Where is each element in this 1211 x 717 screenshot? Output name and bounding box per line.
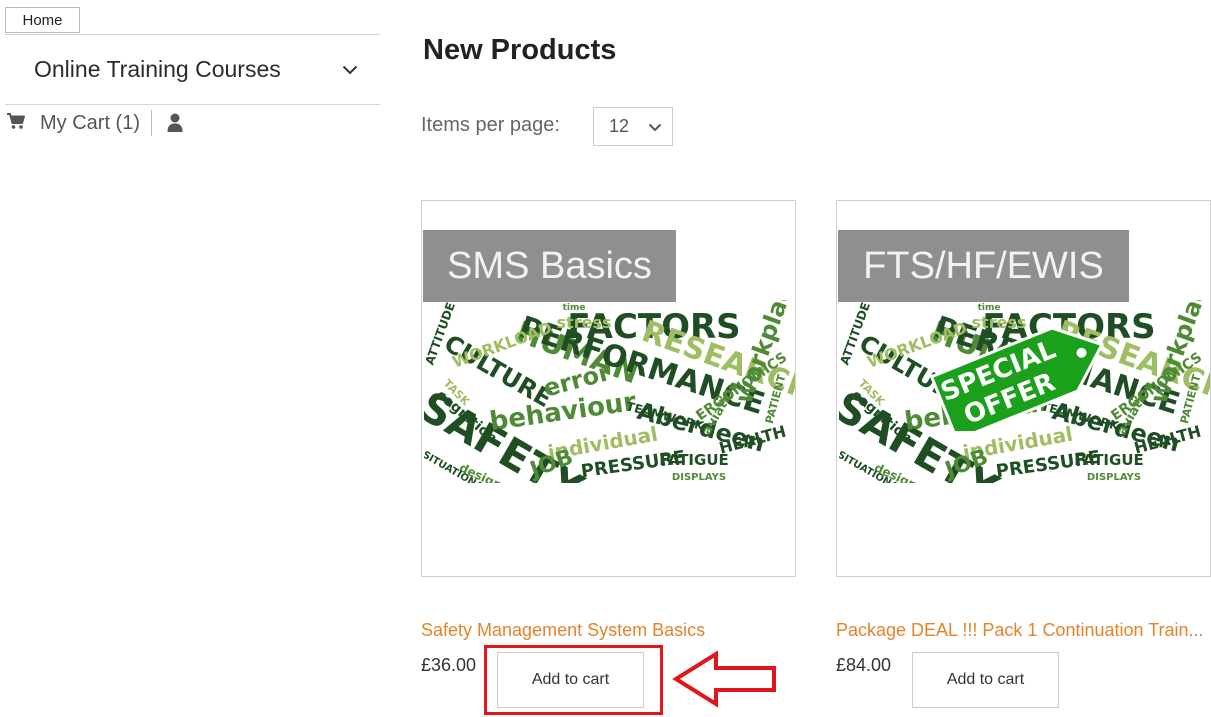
product-name-link[interactable]: Package DEAL !!! Pack 1 Continuation Tra… bbox=[836, 620, 1204, 641]
items-per-page-value: 12 bbox=[609, 116, 630, 136]
product-name-link[interactable]: Safety Management System Basics bbox=[421, 620, 705, 641]
product-image-package-deal[interactable]: FTS/HF/EWIS HUMANFACTORSPERFORMANCESAFET… bbox=[836, 200, 1211, 577]
shopping-cart-icon bbox=[6, 112, 26, 135]
add-to-cart-button[interactable]: Add to cart bbox=[912, 652, 1059, 708]
special-offer-tag-icon: SPECIAL OFFER bbox=[929, 326, 1105, 431]
word-cloud-word: time bbox=[563, 303, 586, 313]
chevron-down-icon bbox=[342, 65, 358, 75]
word-cloud-word: FATIGUE bbox=[1074, 451, 1144, 469]
word-cloud-image: HUMANFACTORSPERFORMANCESAFETYRESEARCHwor… bbox=[424, 300, 795, 483]
product-price: £36.00 bbox=[421, 655, 477, 675]
my-cart-link[interactable]: My Cart (1) bbox=[6, 112, 140, 135]
add-to-cart-button[interactable]: Add to cart bbox=[497, 652, 644, 708]
courses-menu-label: Online Training Courses bbox=[34, 56, 281, 82]
annotation-arrow-icon bbox=[672, 650, 776, 708]
chevron-down-icon bbox=[648, 116, 662, 137]
word-cloud-word: stress bbox=[557, 313, 612, 332]
cart-row: My Cart (1) bbox=[6, 108, 183, 138]
word-cloud-word: FATIGUE bbox=[659, 451, 729, 469]
product-banner: SMS Basics bbox=[423, 230, 676, 302]
word-cloud-word: DISPLAYS bbox=[1087, 472, 1141, 483]
word-cloud-word: DISPLAYS bbox=[672, 472, 726, 483]
product-banner: FTS/HF/EWIS bbox=[838, 230, 1129, 302]
my-cart-label: My Cart (1) bbox=[40, 111, 140, 134]
product-image-sms-basics[interactable]: SMS Basics HUMAN FACTORS PERFORMANCE SAFETY… bbox=[421, 200, 796, 577]
user-account-icon[interactable] bbox=[167, 113, 183, 133]
word-cloud-word: time bbox=[978, 303, 1001, 313]
items-per-page-select[interactable]: 12 bbox=[593, 107, 673, 146]
sidebar-divider bbox=[5, 104, 380, 105]
product-price: £84.00 bbox=[836, 655, 892, 675]
online-training-courses-menu[interactable]: Online Training Courses bbox=[5, 35, 380, 104]
items-per-page-label: Items per page: bbox=[421, 114, 560, 136]
page-title: New Products bbox=[423, 34, 617, 66]
cart-separator bbox=[151, 110, 152, 136]
home-button[interactable]: Home bbox=[5, 7, 80, 33]
